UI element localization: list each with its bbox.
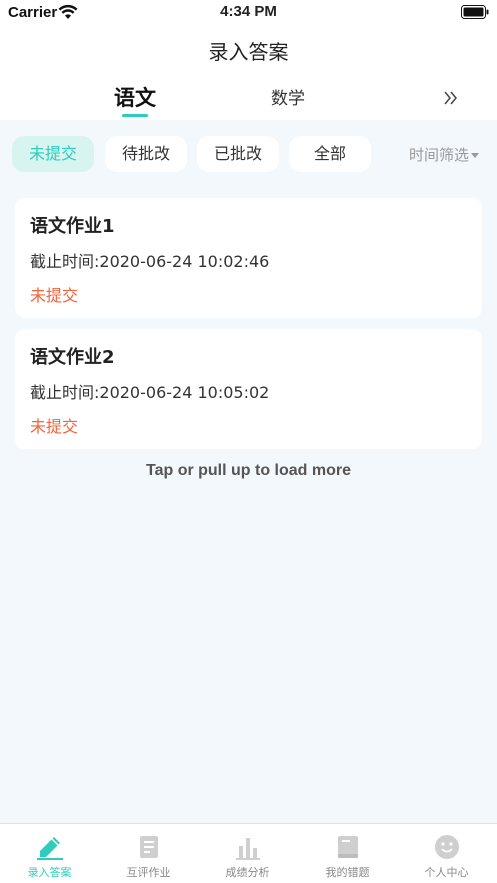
pencil-icon [37, 837, 63, 860]
status-filter-row: 未提交 待批改 已批改 全部 时间筛选 [0, 136, 497, 174]
tab-personal-center[interactable]: 个人中心 [397, 824, 496, 883]
subject-tabs: 语文 数学 [0, 78, 497, 120]
tab-my-mistakes[interactable]: 我的错题 [298, 824, 397, 883]
time-filter-dropdown[interactable]: 时间筛选 [409, 144, 479, 165]
tab-enter-answers[interactable]: 录入答案 [0, 824, 99, 883]
smiley-icon [435, 835, 459, 859]
tab-label: 成绩分析 [225, 866, 270, 879]
filter-reviewed[interactable]: 已批改 [197, 136, 279, 172]
book-icon [338, 836, 358, 858]
assignment-status: 未提交 [30, 417, 79, 436]
tab-chinese[interactable]: 语文 [114, 82, 156, 112]
assignment-title: 语文作业1 [30, 216, 115, 237]
assignment-card[interactable]: 语文作业1 截止时间:2020-06-24 10:02:46 未提交 [15, 198, 482, 318]
bar-chart-icon [236, 838, 260, 860]
double-chevron-right-icon[interactable] [443, 90, 459, 106]
time-filter-label: 时间筛选 [408, 146, 469, 164]
bottom-tab-bar: 录入答案 互评作业 成绩分析 我的错题 个人中心 [0, 823, 497, 883]
tab-score-analysis[interactable]: 成绩分析 [198, 824, 297, 883]
header-area: Carrier 4:34 PM 录入答案 语文 数学 [0, 0, 497, 120]
tab-label: 我的错题 [325, 866, 370, 879]
battery-icon [461, 5, 489, 19]
tab-peer-review[interactable]: 互评作业 [99, 824, 198, 883]
tab-label: 个人中心 [424, 866, 469, 879]
assignment-title: 语文作业2 [30, 347, 115, 368]
status-bar: Carrier 4:34 PM [0, 0, 497, 26]
assignment-deadline: 截止时间:2020-06-24 10:05:02 [30, 383, 270, 402]
assignment-card[interactable]: 语文作业2 截止时间:2020-06-24 10:05:02 未提交 [15, 329, 482, 449]
active-tab-indicator [122, 114, 148, 117]
caret-down-icon [471, 153, 479, 158]
load-more-hint[interactable]: Tap or pull up to load more [0, 462, 497, 480]
filter-all[interactable]: 全部 [289, 136, 371, 172]
tab-label: 录入答案 [27, 866, 72, 879]
tab-label: 互评作业 [126, 866, 171, 879]
filter-pending-review[interactable]: 待批改 [105, 136, 187, 172]
document-icon [140, 836, 158, 858]
tab-math[interactable]: 数学 [271, 84, 305, 109]
filter-unsubmitted[interactable]: 未提交 [12, 136, 94, 172]
page-title: 录入答案 [208, 40, 289, 64]
assignment-deadline: 截止时间:2020-06-24 10:02:46 [30, 252, 270, 271]
assignment-status: 未提交 [30, 286, 79, 305]
clock: 4:34 PM [220, 3, 277, 20]
